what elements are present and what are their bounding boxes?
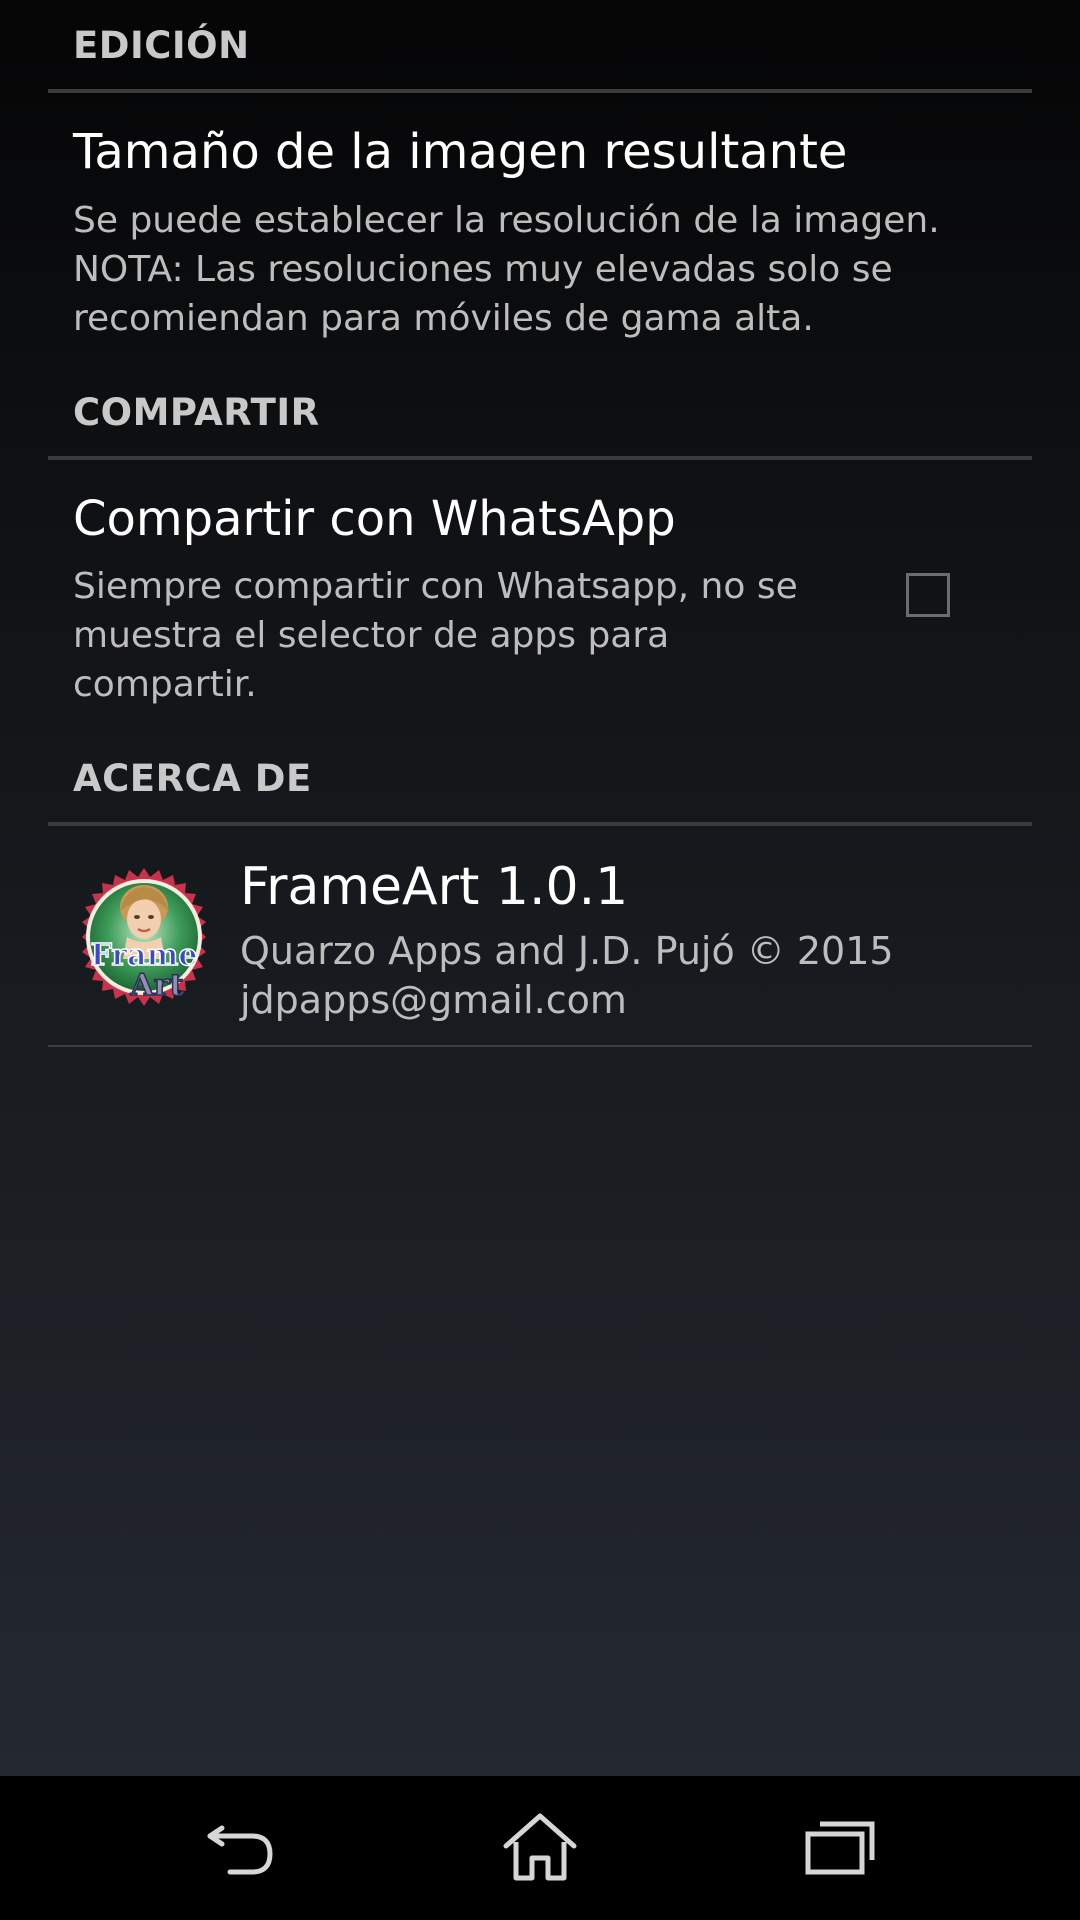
home-button[interactable] [460,1776,620,1920]
section-header-compartir: COMPARTIR [73,391,320,434]
pref-summary: Siempre compartir con Whatsapp, no se mu… [73,562,798,709]
recent-apps-icon [805,1821,875,1875]
back-icon [207,1825,273,1875]
summary-line: compartir. [73,664,257,705]
about-title: FrameArt 1.0.1 [240,857,629,917]
pref-title: Compartir con WhatsApp [73,491,676,547]
copyright-line: Quarzo Apps and J.D. Pujó © 2015 [240,929,894,973]
pref-title: Tamaño de la imagen resultante [73,124,848,180]
about-summary: Quarzo Apps and J.D. Pujó © 2015 jdpapps… [240,927,894,1025]
section-divider [48,822,1032,826]
whatsapp-checkbox[interactable] [906,573,950,617]
list-divider [48,1045,1032,1047]
summary-line: Siempre compartir con Whatsapp, no se [73,566,798,607]
settings-screen: EDICIÓN Tamaño de la imagen resultante S… [0,0,1080,1776]
pref-summary: Se puede establecer la resolución de la … [73,196,940,343]
section-divider [48,89,1032,93]
recent-apps-button[interactable] [760,1776,920,1920]
summary-line: recomiendan para móviles de gama alta. [73,298,814,339]
logo-text-art: Art [130,968,184,1003]
frameart-logo-icon: Frame Art [82,868,206,1006]
summary-line: muestra el selector de apps para [73,615,670,656]
summary-line: Se puede establecer la resolución de la … [73,200,940,241]
section-header-acerca: ACERCA DE [73,757,312,800]
email-line: jdpapps@gmail.com [240,978,627,1022]
back-button[interactable] [160,1776,320,1920]
summary-line: NOTA: Las resoluciones muy elevadas solo… [73,249,893,290]
section-divider [48,456,1032,460]
section-header-edicion: EDICIÓN [73,24,250,67]
navigation-bar [0,1776,1080,1920]
home-icon [503,1813,577,1881]
